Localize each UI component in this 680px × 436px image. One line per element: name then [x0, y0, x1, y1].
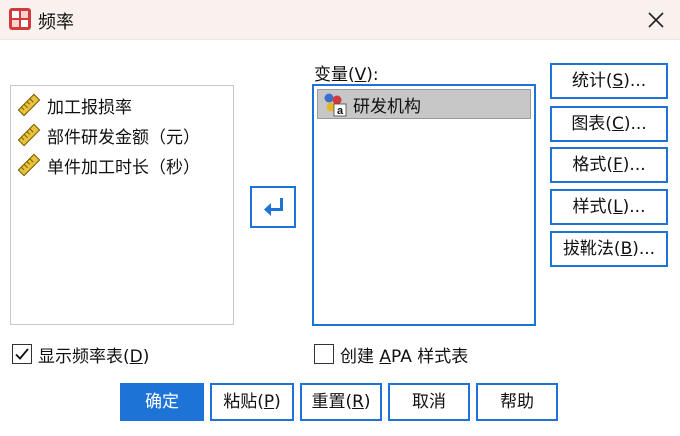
help-button[interactable]: 帮助: [476, 383, 558, 421]
show-frequency-table-checkbox[interactable]: 显示频率表(D): [12, 341, 149, 367]
source-item-process-time[interactable]: 单件加工时长（秒）: [11, 150, 233, 180]
ok-button[interactable]: 确定: [120, 383, 204, 421]
target-variable-list[interactable]: a 研发机构: [312, 84, 536, 326]
ruler-icon: [17, 93, 41, 117]
target-item-rd-institution[interactable]: a 研发机构: [317, 89, 531, 119]
source-item-label: 加工报损率: [47, 97, 132, 118]
source-item-rd-amount[interactable]: 部件研发金额（元）: [11, 120, 233, 150]
source-item-label: 单件加工时长（秒）: [47, 157, 200, 178]
paste-button[interactable]: 粘贴(P): [210, 383, 294, 421]
nominal-variable-icon: a: [324, 93, 347, 117]
source-item-label: 部件研发金额（元）: [47, 127, 200, 148]
checkbox-checked[interactable]: [12, 344, 32, 364]
target-list-label: 变量(V):: [314, 65, 379, 85]
check-icon: [15, 348, 29, 360]
bootstrap-button[interactable]: 拔靴法(B)...: [550, 231, 668, 267]
target-item-label: 研发机构: [353, 96, 421, 117]
svg-text:a: a: [337, 105, 344, 117]
style-button[interactable]: 样式(L)...: [550, 189, 668, 225]
reset-button[interactable]: 重置(R): [300, 383, 382, 421]
arrow-left-icon: [264, 198, 283, 216]
move-variable-button[interactable]: [250, 186, 296, 228]
source-variable-list[interactable]: 加工报损率 部件研发金额（元） 单件加工时长（秒）: [10, 85, 234, 325]
ruler-icon: [17, 153, 41, 177]
checkbox-label: 显示频率表(D): [38, 346, 150, 367]
source-item-scrap-rate[interactable]: 加工报损率: [11, 90, 233, 120]
ruler-icon: [17, 123, 41, 147]
window-title: 频率: [38, 12, 74, 33]
app-icon: [9, 8, 31, 30]
charts-button[interactable]: 图表(C)...: [550, 106, 668, 142]
close-icon: [648, 12, 664, 28]
checkbox-unchecked[interactable]: [314, 344, 334, 364]
format-button[interactable]: 格式(F)...: [550, 147, 668, 183]
cancel-button[interactable]: 取消: [388, 383, 470, 421]
create-apa-table-checkbox[interactable]: 创建 APA 样式表: [314, 341, 468, 367]
close-button[interactable]: [640, 4, 672, 36]
statistics-button[interactable]: 统计(S)...: [550, 63, 668, 99]
title-bar: 频率: [0, 0, 680, 40]
checkbox-label: 创建 APA 样式表: [340, 346, 469, 367]
